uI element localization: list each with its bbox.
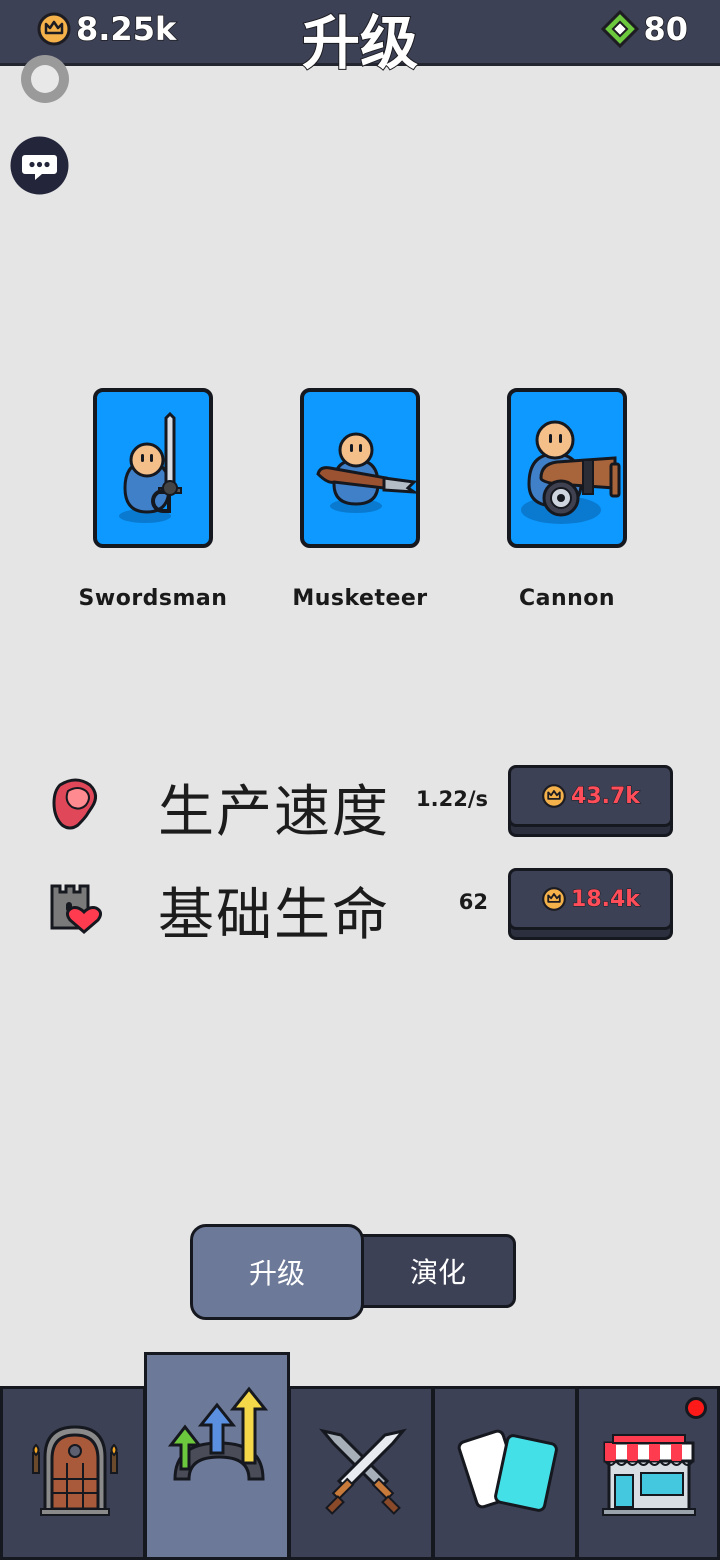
unit-card-cannon[interactable]: Cannon [487, 388, 647, 611]
notification-badge [685, 1397, 707, 1419]
top-bar: 8.25k 升级 80 [0, 0, 720, 78]
meat-icon [52, 778, 97, 830]
gem-amount: 80 [643, 9, 689, 49]
unit-name: Musketeer [292, 586, 428, 611]
unit-card-swordsman[interactable]: Swordsman [73, 388, 233, 611]
cannon-card[interactable] [507, 388, 627, 548]
crown-coin-icon [542, 784, 566, 808]
nav-item-battle[interactable] [288, 1386, 434, 1560]
upgrade-arrows-icon [167, 1386, 269, 1481]
swordsman-card[interactable] [93, 388, 213, 548]
unit-name: Swordsman [78, 586, 228, 611]
nav-item-shop[interactable] [576, 1386, 720, 1560]
price-label: 18.4k [571, 886, 641, 912]
gem-icon [601, 10, 640, 48]
tab-upgrade[interactable]: 升级 [190, 1224, 364, 1320]
bottom-nav [0, 1352, 720, 1560]
musketeer-icon [316, 432, 416, 513]
musketeer-card[interactable] [300, 388, 420, 548]
nav-item-cards[interactable] [432, 1386, 578, 1560]
castle-heart-icon [50, 884, 103, 934]
chat-icon[interactable] [9, 135, 70, 196]
upgrade-production-button[interactable]: 43.7k [508, 765, 673, 837]
stat-row-base-health: 基础生命 62 18.4k [0, 868, 720, 948]
door-icon [32, 1425, 118, 1516]
button-face[interactable]: 43.7k [508, 765, 673, 827]
price-label: 43.7k [571, 783, 641, 809]
button-face[interactable]: 18.4k [508, 868, 673, 930]
upgrade-health-button[interactable]: 18.4k [508, 868, 673, 940]
swordsman-icon [119, 411, 182, 523]
cannon-icon [521, 420, 621, 524]
unit-card-musketeer[interactable]: Musketeer [280, 388, 440, 611]
stat-label: 基础生命 [158, 883, 390, 948]
record-icon[interactable] [17, 51, 73, 107]
stat-label: 生产速度 [158, 780, 390, 845]
unit-name: Cannon [518, 586, 616, 611]
tab-evolve[interactable]: 演化 [340, 1234, 516, 1308]
stat-value: 1.22/s [416, 787, 488, 811]
cards-icon [457, 1429, 558, 1512]
crossed-swords-icon [319, 1428, 407, 1515]
stat-row-production-speed: 生产速度 1.22/s 43.7k [0, 765, 720, 845]
nav-item-door[interactable] [0, 1386, 146, 1560]
nav-item-upgrade[interactable] [144, 1352, 290, 1560]
gem-counter: 80 [601, 9, 689, 49]
crown-coin-icon [542, 887, 566, 911]
mode-toggle: 演化 升级 [190, 1224, 528, 1320]
stat-value: 62 [458, 890, 488, 914]
shop-icon [602, 1434, 696, 1516]
